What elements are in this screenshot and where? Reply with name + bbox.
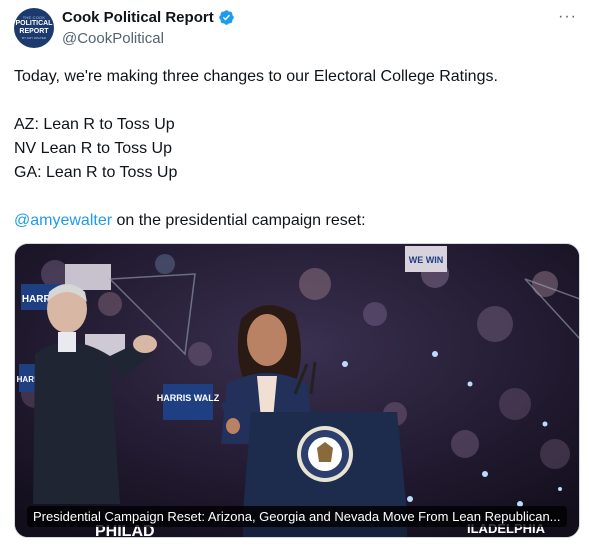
tweet-line-mention: @amyewalter on the presidential campaign… [14, 209, 579, 233]
avatar-text-3: REPORT [19, 28, 49, 35]
rating-change: AZ: Lean R to Toss Up [14, 116, 175, 133]
avatar-text-4: BY AMY WALTER [21, 36, 47, 40]
mention-link[interactable]: @amyewalter [14, 212, 112, 229]
avatar[interactable]: THE COOK POLITICAL REPORT BY AMY WALTER [14, 8, 54, 48]
rating-change: NV Lean R to Toss Up [14, 140, 173, 157]
sign-we-win: WE WIN [409, 255, 444, 265]
link-card-caption[interactable]: Presidential Campaign Reset: Arizona, Ge… [27, 506, 567, 527]
display-name[interactable]: Cook Political Report [62, 9, 214, 26]
link-card-image[interactable]: HARRIS HARRIS HARRIS WALZ WE WIN PHILAD … [14, 243, 580, 538]
tweet-text: Today, we're making three changes to our… [14, 65, 579, 233]
handle[interactable]: @CookPolitical [62, 30, 164, 47]
verified-badge-icon[interactable] [218, 9, 235, 26]
sign-harris-walz: HARRIS WALZ [157, 393, 220, 403]
rating-change: GA: Lean R to Toss Up [14, 164, 178, 181]
tweet-line-intro: Today, we're making three changes to our… [14, 68, 498, 85]
avatar-text-2: POLITICAL [15, 20, 53, 27]
mention-trailing-text: on the presidential campaign reset: [112, 212, 366, 229]
more-options-icon[interactable]: ··· [558, 8, 577, 26]
rally-photo: HARRIS HARRIS HARRIS WALZ WE WIN PHILAD … [15, 244, 579, 537]
